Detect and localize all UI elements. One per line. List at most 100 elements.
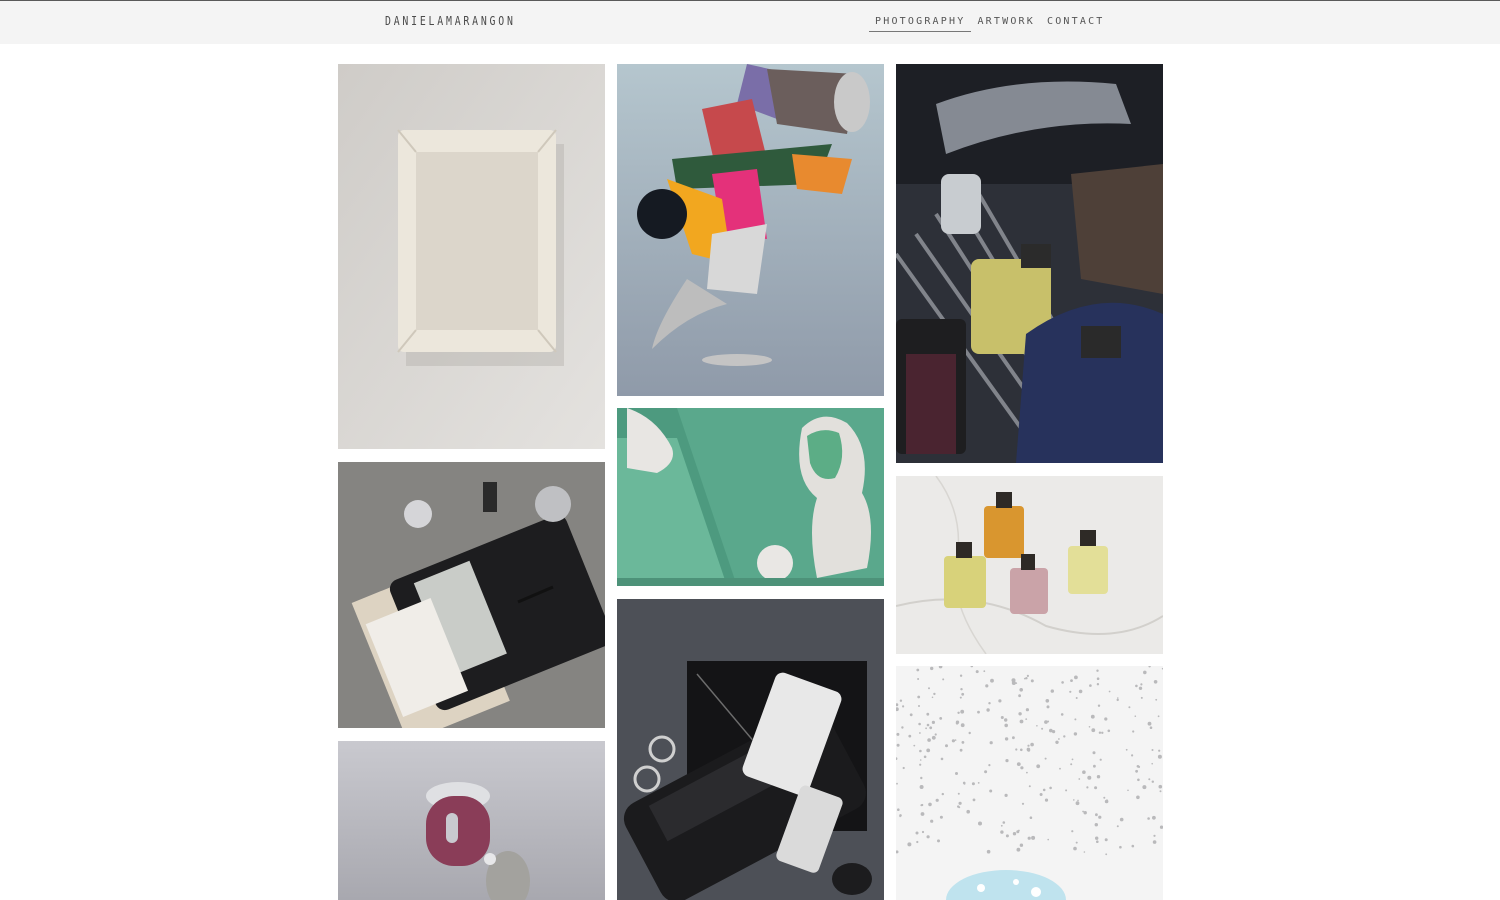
droplet — [1000, 716, 1004, 719]
droplet — [926, 835, 930, 839]
droplet — [1131, 844, 1135, 848]
droplet — [1020, 748, 1023, 752]
droplet — [1098, 731, 1102, 734]
droplet — [1077, 799, 1079, 802]
photo-grooming-kit[interactable] — [617, 599, 884, 900]
droplet — [1104, 799, 1109, 804]
droplet — [1047, 720, 1050, 723]
droplet — [931, 696, 934, 699]
photo-leather-folio[interactable] — [338, 462, 605, 728]
droplet — [972, 798, 976, 802]
droplet — [961, 741, 965, 744]
droplet — [1094, 786, 1098, 790]
droplet — [899, 699, 903, 702]
droplet — [1018, 694, 1021, 698]
photo-wrapped-canvas[interactable] — [338, 64, 605, 449]
photo-suitcase-perfume[interactable] — [896, 64, 1163, 463]
droplet — [1000, 830, 1004, 834]
droplet — [918, 705, 920, 707]
droplet — [989, 789, 993, 793]
droplet — [1108, 690, 1111, 693]
droplet — [1095, 836, 1099, 840]
droplet — [1012, 832, 1017, 836]
droplet — [1011, 678, 1016, 683]
droplet — [929, 726, 933, 730]
droplet — [1019, 719, 1024, 724]
site-logo[interactable]: DANIELAMARANGON — [385, 14, 516, 28]
droplet — [1135, 769, 1138, 773]
droplet — [933, 692, 936, 696]
droplet — [1030, 742, 1034, 747]
droplet — [1070, 679, 1073, 682]
droplet — [1027, 836, 1031, 840]
droplet — [902, 766, 905, 770]
droplet — [1137, 778, 1140, 782]
droplet — [1096, 683, 1100, 686]
droplet — [1153, 680, 1158, 684]
droplet — [908, 734, 912, 738]
droplet — [1099, 758, 1102, 761]
droplet — [951, 739, 955, 743]
droplet — [1152, 840, 1157, 844]
droplet — [977, 782, 980, 784]
droplet — [902, 705, 905, 708]
droplet — [1132, 730, 1135, 733]
droplet — [959, 748, 963, 752]
droplet — [1096, 669, 1099, 672]
droplet — [957, 805, 960, 808]
droplet — [1015, 748, 1018, 751]
droplet — [1125, 748, 1128, 751]
photo-cleansing-device[interactable] — [338, 741, 605, 900]
droplet — [927, 738, 931, 742]
droplet — [960, 688, 963, 691]
droplet — [1002, 821, 1006, 824]
nav-artwork[interactable]: ARTWORK — [971, 16, 1041, 32]
droplet — [986, 708, 990, 712]
droplet — [1042, 788, 1046, 792]
droplet — [1019, 843, 1024, 847]
droplet — [988, 702, 991, 705]
droplet — [916, 840, 919, 844]
photo-perfume-bottles[interactable] — [896, 476, 1163, 654]
droplet — [1000, 824, 1003, 827]
droplet — [1055, 740, 1059, 744]
droplet — [990, 678, 994, 683]
droplet — [1060, 713, 1064, 716]
droplet — [1151, 749, 1154, 751]
droplet — [919, 759, 922, 761]
droplet — [1036, 725, 1038, 727]
droplet — [941, 792, 944, 796]
droplet — [1016, 762, 1021, 766]
droplet — [1044, 798, 1049, 802]
photo-droplets[interactable] — [896, 666, 1163, 900]
photo-classical-busts[interactable] — [617, 408, 884, 586]
droplet — [937, 839, 940, 843]
droplet — [1088, 726, 1091, 728]
droplet — [961, 692, 965, 696]
droplet — [1107, 729, 1111, 733]
droplet — [955, 722, 959, 725]
droplet — [1074, 675, 1078, 680]
nav-photography[interactable]: PHOTOGRAPHY — [869, 16, 972, 32]
droplet — [1116, 825, 1119, 828]
droplet — [1078, 778, 1081, 780]
droplet — [1058, 738, 1060, 740]
droplet — [896, 732, 900, 736]
droplet — [1028, 785, 1031, 788]
droplet — [1075, 841, 1078, 844]
droplet — [1087, 775, 1092, 780]
droplet — [1143, 670, 1147, 675]
droplet — [1083, 811, 1087, 815]
droplet — [1075, 697, 1078, 699]
droplet — [1039, 793, 1043, 796]
droplet — [896, 782, 898, 785]
droplet — [926, 723, 930, 727]
droplet — [942, 678, 945, 681]
photo-paper-sculpture[interactable] — [617, 64, 884, 396]
droplet — [983, 670, 986, 673]
droplet — [1050, 689, 1054, 693]
droplet — [1020, 766, 1024, 770]
droplet — [1026, 771, 1028, 774]
droplet — [1083, 851, 1086, 853]
nav-contact[interactable]: CONTACT — [1041, 16, 1111, 32]
